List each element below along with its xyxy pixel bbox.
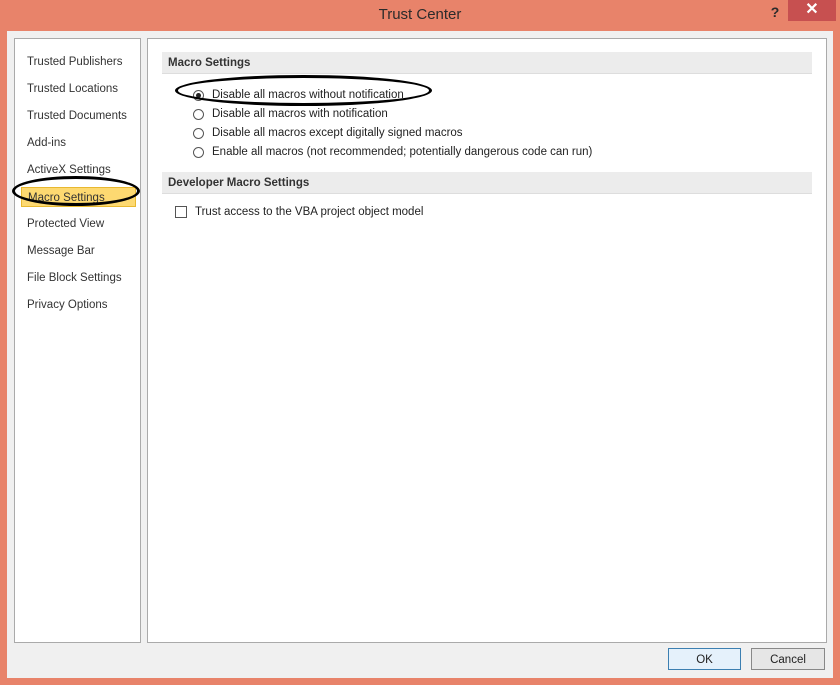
radio-enable-all-macros[interactable]: Enable all macros (not recommended; pote… xyxy=(193,143,592,161)
settings-panel: Macro Settings Disable all macros withou… xyxy=(147,38,827,643)
radio-button[interactable] xyxy=(193,146,204,158)
sidebar-item-trusted-publishers[interactable]: Trusted Publishers xyxy=(21,52,136,72)
sidebar-item-protected-view[interactable]: Protected View xyxy=(21,214,136,234)
sidebar-item-trusted-documents[interactable]: Trusted Documents xyxy=(21,106,136,126)
checkbox[interactable] xyxy=(175,206,187,218)
title-bar: Trust Center ? ✕ xyxy=(0,0,840,30)
radio-label: Disable all macros without notification xyxy=(212,89,404,101)
sidebar-item-file-block-settings[interactable]: File Block Settings xyxy=(21,268,136,288)
close-button[interactable]: ✕ xyxy=(788,0,836,21)
trust-center-window: Trust Center ? ✕ Trusted Publishers Trus… xyxy=(0,0,840,685)
radio-label: Disable all macros with notification xyxy=(212,108,388,120)
radio-button-checked[interactable] xyxy=(193,89,204,101)
sidebar-item-add-ins[interactable]: Add-ins xyxy=(21,133,136,153)
radio-label: Enable all macros (not recommended; pote… xyxy=(212,146,593,158)
checkbox-label: Trust access to the VBA project object m… xyxy=(195,206,424,218)
sidebar-item-message-bar[interactable]: Message Bar xyxy=(21,241,136,261)
sidebar-item-activex-settings[interactable]: ActiveX Settings xyxy=(21,160,136,180)
macro-settings-header: Macro Settings xyxy=(162,52,812,74)
ok-button[interactable]: OK xyxy=(668,648,741,670)
help-button[interactable]: ? xyxy=(765,2,785,22)
radio-button[interactable] xyxy=(193,127,204,139)
sidebar-item-macro-settings[interactable]: Macro Settings xyxy=(21,187,136,207)
developer-macro-settings-header: Developer Macro Settings xyxy=(162,172,812,194)
sidebar: Trusted Publishers Trusted Locations Tru… xyxy=(14,38,141,643)
dialog-body: Trusted Publishers Trusted Locations Tru… xyxy=(7,31,833,678)
radio-disable-except-signed[interactable]: Disable all macros except digitally sign… xyxy=(193,124,463,142)
radio-button[interactable] xyxy=(193,108,204,120)
cancel-button[interactable]: Cancel xyxy=(751,648,825,670)
sidebar-item-trusted-locations[interactable]: Trusted Locations xyxy=(21,79,136,99)
radio-label: Disable all macros except digitally sign… xyxy=(212,127,463,139)
radio-disable-with-notification[interactable]: Disable all macros with notification xyxy=(193,105,388,123)
trust-vba-access-checkbox[interactable]: Trust access to the VBA project object m… xyxy=(175,203,423,221)
radio-disable-without-notification[interactable]: Disable all macros without notification xyxy=(193,86,404,104)
sidebar-item-privacy-options[interactable]: Privacy Options xyxy=(21,295,136,315)
window-title: Trust Center xyxy=(378,6,462,23)
